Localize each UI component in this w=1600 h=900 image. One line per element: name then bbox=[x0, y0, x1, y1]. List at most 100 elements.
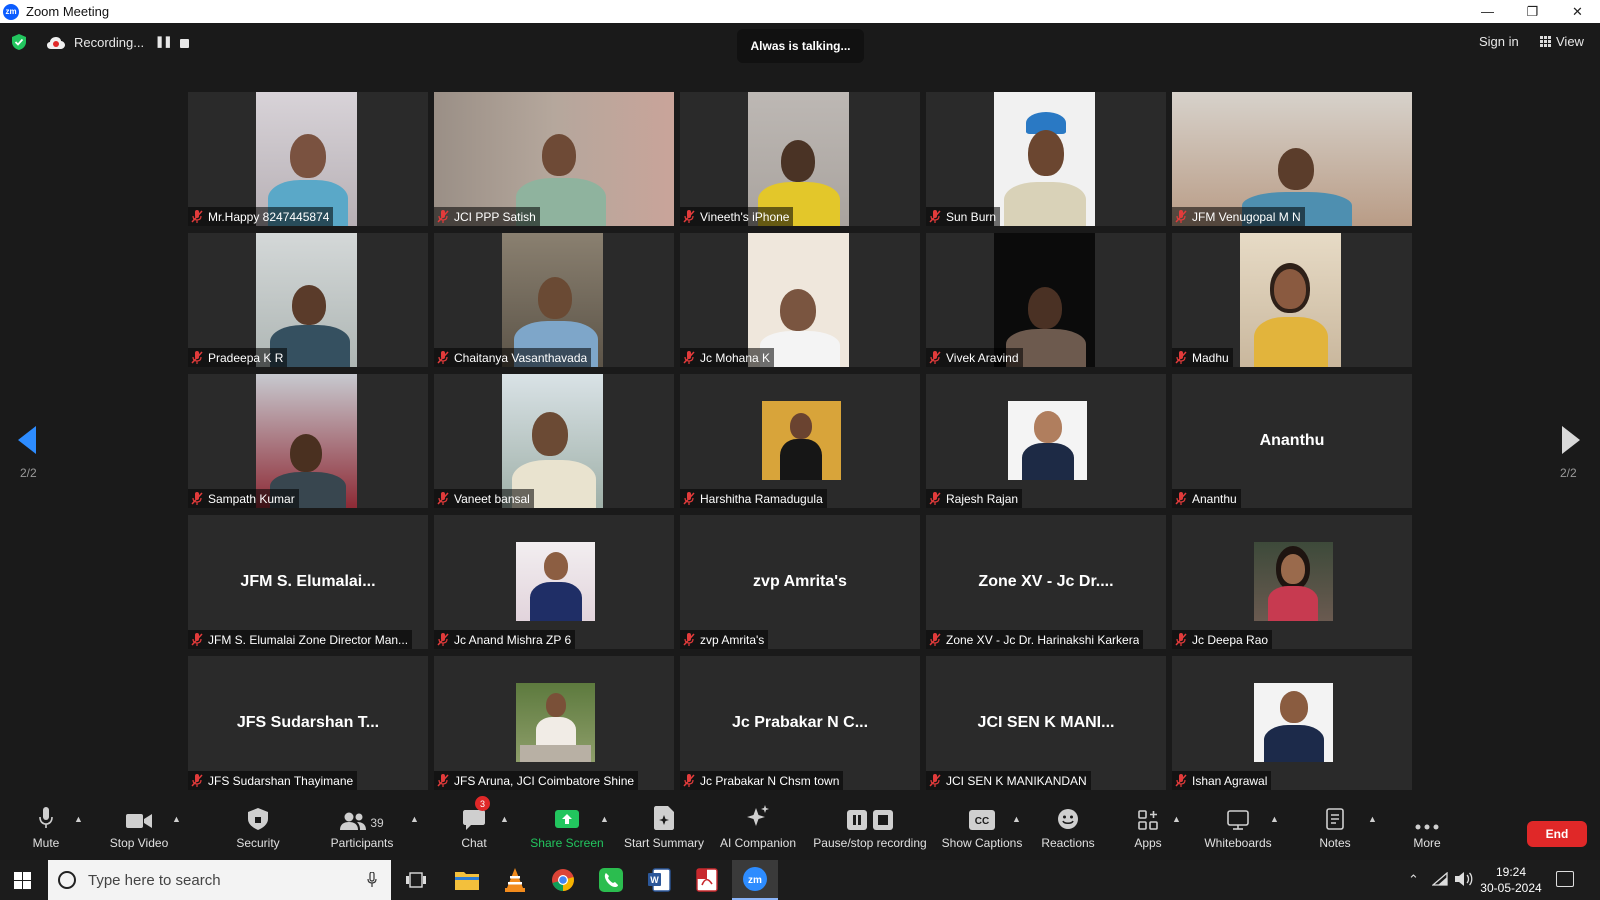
share-options-caret-icon[interactable]: ▲ bbox=[600, 814, 609, 824]
participant-tile[interactable]: Zone XV - Jc Dr.... Zone XV - Jc Dr. Har… bbox=[926, 515, 1166, 649]
whiteboards-button[interactable]: Whiteboards bbox=[1200, 802, 1276, 860]
chrome-app-icon[interactable] bbox=[540, 860, 586, 900]
ai-companion-label: AI Companion bbox=[719, 836, 797, 850]
participants-options-caret-icon[interactable]: ▲ bbox=[410, 814, 419, 824]
participants-button[interactable]: 39 Participants bbox=[330, 802, 394, 860]
participant-tile[interactable]: JFS Sudarshan T... JFS Sudarshan Thayima… bbox=[188, 656, 428, 790]
participant-nametag: Madhu bbox=[1172, 348, 1233, 367]
participant-nametag: Harshitha Ramadugula bbox=[680, 489, 827, 508]
participant-tile[interactable]: JCI SEN K MANI... JCI SEN K MANIKANDAN bbox=[926, 656, 1166, 790]
pause-stop-recording-label: Pause/stop recording bbox=[813, 836, 927, 850]
taskbar-search-box[interactable]: Type here to search bbox=[48, 860, 391, 900]
whiteboards-options-caret-icon[interactable]: ▲ bbox=[1270, 814, 1279, 824]
participant-tile[interactable]: Chaitanya Vasanthavada bbox=[434, 233, 674, 367]
windows-start-icon[interactable] bbox=[14, 872, 31, 889]
ai-companion-button[interactable]: AI Companion bbox=[718, 802, 798, 860]
stop-recording-icon[interactable] bbox=[180, 39, 189, 48]
show-hidden-icons-chevron-icon[interactable]: ⌃ bbox=[1408, 872, 1419, 888]
notes-icon bbox=[1326, 808, 1344, 830]
pause-recording-icon[interactable]: ❚❚ bbox=[155, 35, 172, 48]
participant-name: JFM S. Elumalai Zone Director Man... bbox=[208, 632, 409, 647]
notes-options-caret-icon[interactable]: ▲ bbox=[1368, 814, 1377, 824]
phone-app-icon[interactable] bbox=[588, 860, 634, 900]
mute-button[interactable]: Mute bbox=[22, 802, 70, 860]
stop-video-button[interactable]: Stop Video bbox=[104, 802, 174, 860]
participants-count: 39 bbox=[370, 816, 384, 830]
taskbar-clock[interactable]: 19:24 30-05-2024 bbox=[1480, 864, 1542, 896]
participant-nametag: Sun Burn bbox=[926, 207, 1001, 226]
sign-in-link[interactable]: Sign in bbox=[1479, 34, 1519, 49]
participant-tile[interactable]: Vineeth's iPhone bbox=[680, 92, 920, 226]
audio-options-caret-icon[interactable]: ▲ bbox=[74, 814, 83, 824]
security-button[interactable]: Security bbox=[234, 802, 282, 860]
participant-tile[interactable]: Vivek Aravind bbox=[926, 233, 1166, 367]
chat-options-caret-icon[interactable]: ▲ bbox=[500, 814, 509, 824]
cloud-recording-icon bbox=[47, 37, 65, 49]
ai-sparkle-icon bbox=[747, 805, 769, 826]
reactions-button[interactable]: Reactions bbox=[1040, 802, 1096, 860]
end-meeting-button[interactable]: End bbox=[1527, 821, 1587, 847]
participant-tile[interactable]: Vaneet bansal bbox=[434, 374, 674, 508]
network-icon[interactable] bbox=[1432, 872, 1448, 886]
security-shield-icon bbox=[248, 808, 268, 830]
participant-tile[interactable]: Jc Mohana K bbox=[680, 233, 920, 367]
more-button[interactable]: More bbox=[1406, 802, 1448, 860]
start-summary-button[interactable]: Start Summary bbox=[622, 802, 706, 860]
participant-tile[interactable]: Rajesh Rajan bbox=[926, 374, 1166, 508]
volume-icon[interactable] bbox=[1455, 872, 1473, 886]
close-button[interactable]: ✕ bbox=[1555, 0, 1600, 23]
notifications-icon[interactable] bbox=[1556, 871, 1574, 887]
participant-name: Ananthu bbox=[1192, 491, 1237, 506]
restore-button[interactable]: ❐ bbox=[1510, 0, 1555, 23]
participant-tile[interactable]: Mr.Happy 8247445874 bbox=[188, 92, 428, 226]
notes-button[interactable]: Notes bbox=[1310, 802, 1360, 860]
participant-video bbox=[256, 374, 357, 508]
participant-tile[interactable]: Madhu bbox=[1172, 233, 1412, 367]
participant-tile[interactable]: Jc Anand Mishra ZP 6 bbox=[434, 515, 674, 649]
word-app-icon[interactable]: W bbox=[636, 860, 682, 900]
captions-options-caret-icon[interactable]: ▲ bbox=[1012, 814, 1021, 824]
participant-tile[interactable]: Harshitha Ramadugula bbox=[680, 374, 920, 508]
participant-name: Chaitanya Vasanthavada bbox=[454, 350, 588, 365]
minimize-button[interactable]: — bbox=[1465, 0, 1510, 23]
participant-tile[interactable]: zvp Amrita's zvp Amrita's bbox=[680, 515, 920, 649]
zoom-app-icon[interactable]: zm bbox=[732, 860, 778, 900]
window-controls: — ❐ ✕ bbox=[1465, 0, 1600, 23]
participant-tile[interactable]: Jc Prabakar N C... Jc Prabakar N Chsm to… bbox=[680, 656, 920, 790]
show-captions-button[interactable]: CC Show Captions bbox=[940, 802, 1024, 860]
participant-tile[interactable]: JFM Venugopal M N bbox=[1172, 92, 1412, 226]
apps-button[interactable]: Apps bbox=[1128, 802, 1168, 860]
next-page-arrow-icon[interactable] bbox=[1562, 426, 1580, 454]
file-explorer-app-icon[interactable] bbox=[444, 860, 490, 900]
pause-stop-recording-button[interactable]: Pause/stop recording bbox=[810, 802, 930, 860]
participant-tile[interactable]: Ananthu Ananthu bbox=[1172, 374, 1412, 508]
view-button[interactable]: View bbox=[1540, 34, 1584, 49]
voice-search-mic-icon[interactable] bbox=[367, 872, 377, 888]
acrobat-app-icon[interactable] bbox=[684, 860, 730, 900]
security-label: Security bbox=[236, 836, 280, 850]
participant-tile[interactable]: Sampath Kumar bbox=[188, 374, 428, 508]
participant-avatar bbox=[762, 401, 841, 480]
clock-time: 19:24 bbox=[1495, 865, 1527, 879]
search-icon bbox=[58, 871, 76, 889]
participant-video bbox=[748, 233, 849, 367]
apps-options-caret-icon[interactable]: ▲ bbox=[1172, 814, 1181, 824]
participant-video bbox=[1172, 92, 1412, 226]
encryption-shield-icon[interactable] bbox=[12, 34, 26, 50]
participant-tile[interactable]: Ishan Agrawal bbox=[1172, 656, 1412, 790]
more-ellipsis-icon bbox=[1415, 824, 1439, 830]
participant-tile[interactable]: JFS Aruna, JCI Coimbatore Shine bbox=[434, 656, 674, 790]
participant-tile[interactable]: JFM S. Elumalai... JFM S. Elumalai Zone … bbox=[188, 515, 428, 649]
vlc-app-icon[interactable] bbox=[492, 860, 538, 900]
task-view-icon[interactable] bbox=[406, 872, 426, 888]
participant-tile[interactable]: Pradeepa K R bbox=[188, 233, 428, 367]
share-screen-button[interactable]: Share Screen bbox=[530, 802, 604, 860]
video-options-caret-icon[interactable]: ▲ bbox=[172, 814, 181, 824]
participant-tile[interactable]: Jc Deepa Rao bbox=[1172, 515, 1412, 649]
participant-nametag: Vaneet bansal bbox=[434, 489, 534, 508]
previous-page-arrow-icon[interactable] bbox=[18, 426, 36, 454]
participant-tile[interactable]: Sun Burn bbox=[926, 92, 1166, 226]
chat-button[interactable]: 3 Chat bbox=[458, 796, 490, 860]
participant-tile[interactable]: JCI PPP Satish bbox=[434, 92, 674, 226]
more-label: More bbox=[1413, 836, 1441, 850]
